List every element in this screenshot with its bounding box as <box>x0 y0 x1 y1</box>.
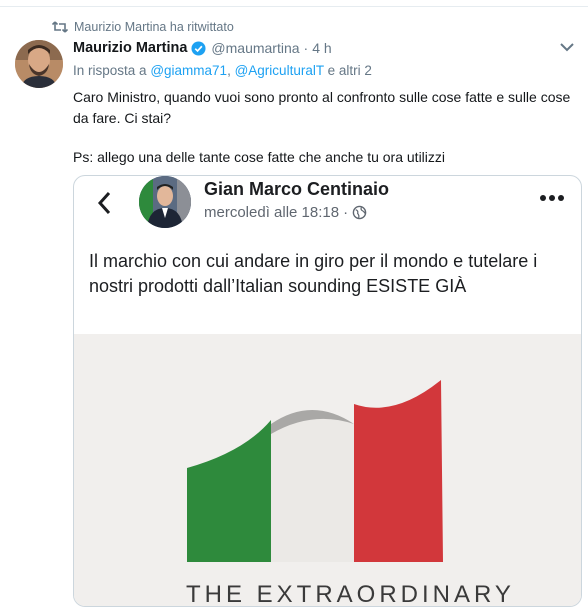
reply-prefix: In risposta a <box>73 63 147 78</box>
retweet-icon <box>52 21 68 33</box>
tweet-ps-text: Ps: allego una delle tante cose fatte ch… <box>73 149 446 165</box>
post-timestamp[interactable]: mercoledì alle 18:18 <box>204 204 339 221</box>
reply-user-link[interactable]: @AgriculturalT <box>235 63 324 78</box>
author-name[interactable]: Maurizio Martina <box>73 40 187 56</box>
avatar[interactable] <box>15 40 63 88</box>
tweet-timestamp[interactable]: 4 h <box>312 40 331 56</box>
post-header: Gian Marco Centinaio mercoledì alle 18:1… <box>74 176 581 236</box>
globe-icon <box>352 205 367 220</box>
post-author-name[interactable]: Gian Marco Centinaio <box>204 179 389 200</box>
chevron-down-icon[interactable] <box>558 40 576 54</box>
verified-badge-icon <box>191 40 206 56</box>
more-options-icon[interactable] <box>539 192 565 204</box>
retweet-context[interactable]: Maurizio Martina ha ritwittato <box>52 18 234 36</box>
top-divider <box>0 0 588 7</box>
logo-white-band <box>271 410 354 562</box>
post-author-avatar[interactable] <box>139 176 191 228</box>
reply-user-link[interactable]: @giamma71 <box>150 63 227 78</box>
retweet-label: Maurizio Martina ha ritwittato <box>74 20 234 34</box>
embedded-image-card[interactable]: Gian Marco Centinaio mercoledì alle 18:1… <box>73 175 582 607</box>
separator-dot: · <box>303 40 309 56</box>
italian-flag-logo-image: THE EXTRAORDINARY <box>74 334 581 606</box>
logo-caption: THE EXTRAORDINARY <box>186 581 515 606</box>
separator-dot: · <box>343 204 349 221</box>
tweet-text-line: da fare. Ci stai? <box>73 110 172 126</box>
reply-context: In risposta a @giamma71, @AgriculturalT … <box>73 63 372 78</box>
post-meta: mercoledì alle 18:18 · <box>204 204 367 221</box>
logo-red-band <box>354 380 443 562</box>
tweet-text: Caro Ministro, quando vuoi sono pronto a… <box>73 87 573 129</box>
tweet-header: Maurizio Martina @maumartina · 4 h <box>73 38 332 58</box>
author-handle[interactable]: @maumartina <box>211 40 299 56</box>
tweet-text-line: Caro Ministro, quando vuoi sono pronto a… <box>73 89 571 105</box>
post-text: Il marchio con cui andare in giro per il… <box>89 251 538 296</box>
back-arrow-icon[interactable] <box>96 190 112 216</box>
reply-comma: , <box>227 63 231 78</box>
reply-suffix[interactable]: e altri 2 <box>328 63 372 78</box>
